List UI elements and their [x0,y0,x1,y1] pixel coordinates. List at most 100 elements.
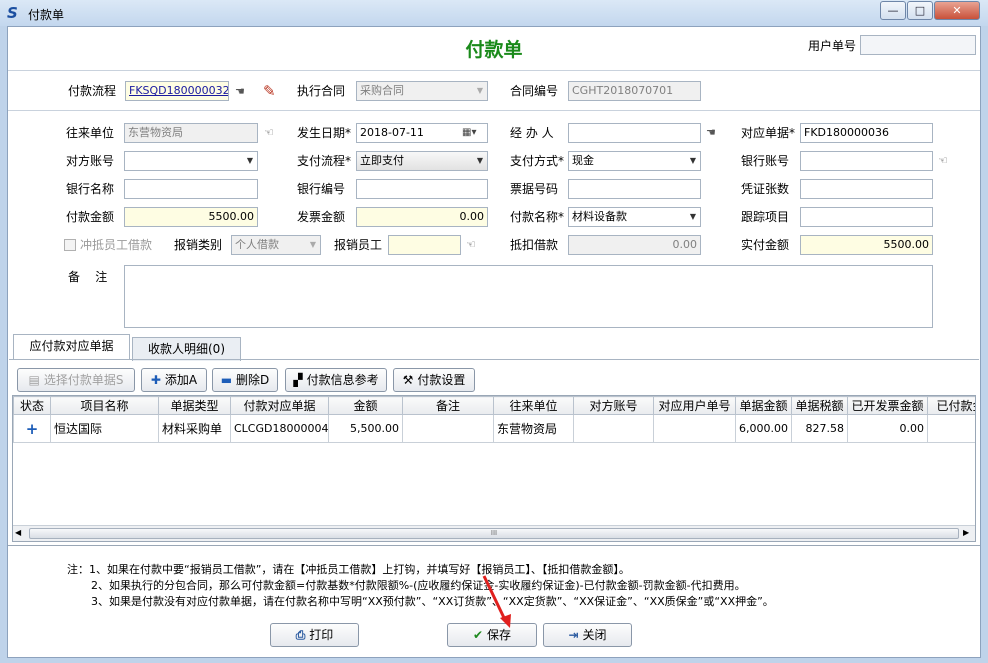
deduct-loan-label: 抵扣借款 [510,238,559,252]
detail-grid: 状态 项目名称 单据类型 付款对应单据 金额 备注 往来单位 对方账号 对应用户… [12,395,976,542]
voucher-count-input[interactable] [800,179,933,199]
pay-info-ref-button[interactable]: ▞ 付款信息参考 [285,368,387,392]
user-doc-no-input[interactable] [860,35,976,55]
edit-pen-icon[interactable]: ✎ [263,82,276,100]
select-doc-button[interactable]: ▤ 选择付款单据S [17,368,135,392]
reimb-staff-input[interactable] [388,235,461,255]
cell-doc-tax[interactable]: 827.58 [791,414,848,443]
maximize-button[interactable]: □ [907,1,933,20]
scroll-thumb[interactable]: III [29,528,959,539]
remark-textarea[interactable] [124,265,933,328]
ticket-no-input[interactable] [568,179,701,199]
column-header[interactable]: 单据类型 [158,396,231,415]
exit-door-icon: ⇥ [568,628,579,642]
cell-partner[interactable]: 东营物资局 [493,414,574,443]
cell-invoiced[interactable]: 0.00 [847,414,928,443]
scroll-left-arrow-icon[interactable]: ◀ [15,528,21,537]
close-window-button[interactable]: ✕ [934,1,980,20]
lookup-hand-icon[interactable]: ☜ [264,127,281,139]
contract-type-label: 执行合同 [297,84,346,98]
user-doc-no-label: 用户单号 [808,39,857,53]
handler-label: 经 办 人 [510,126,554,140]
partner-label: 往来单位 [66,126,115,140]
note-line-1: 注：1、如果在付款中要“报销员工借款”，请在【冲抵员工借款】上打钩，并填写好【报… [67,563,630,576]
column-header[interactable]: 单据金额 [735,396,792,415]
cell-doc-amount[interactable]: 6,000.00 [735,414,792,443]
pay-flow-select[interactable]: 立即支付 [356,151,488,171]
bank-name-input[interactable] [124,179,258,199]
reimb-type-select[interactable]: 个人借款 [231,235,321,255]
column-header[interactable]: 金额 [328,396,403,415]
table-row[interactable]: + 恒达国际 材料采购单 CLCGD180000044 5,500.00 东营物… [13,414,975,443]
tab-border [9,359,979,360]
column-header[interactable]: 往来单位 [493,396,574,415]
remark-label: 备 注 [68,270,108,284]
column-header[interactable]: 单据税额 [791,396,848,415]
column-header[interactable]: 状态 [13,396,51,415]
tab-payee-detail[interactable]: 收款人明细(0) [132,337,241,361]
calendar-icon[interactable]: ▦▾ [462,127,476,138]
invoice-amount-input[interactable]: 0.00 [356,207,488,227]
scroll-right-arrow-icon[interactable]: ▶ [963,528,969,537]
column-header[interactable]: 已开发票金额 [847,396,928,415]
horizontal-scrollbar[interactable]: ◀ III ▶ [13,525,975,541]
bank-account-input[interactable] [800,151,933,171]
actual-pay-input[interactable]: 5500.00 [800,235,933,255]
print-button[interactable]: ⎙ 打印 [270,623,359,647]
form-client-area: 付款单 用户单号 付款流程 FKSQD180000032 ☚ ✎ 执行合同 采购… [7,26,981,658]
bank-code-label: 银行编号 [297,182,346,196]
cell-paid[interactable]: 0 [927,414,975,443]
column-header[interactable]: 备注 [402,396,494,415]
deduct-loan-input[interactable]: 0.00 [568,235,701,255]
contract-no-label: 合同编号 [510,84,559,98]
pay-name-select[interactable]: 材料设备款 [568,207,701,227]
pay-flow-doc-label: 付款流程 [68,84,117,98]
lookup-hand-icon[interactable]: ☜ [466,239,483,251]
delete-button[interactable]: ▬ 删除D [212,368,278,392]
handler-input[interactable] [568,123,701,143]
ref-doc-label: 对应单据* [741,126,796,140]
tab-payable-docs[interactable]: 应付款对应单据 [13,334,130,360]
cell-doc-type[interactable]: 材料采购单 [158,414,231,443]
lookup-hand-icon[interactable]: ☚ [706,127,723,139]
contract-no-input[interactable]: CGHT2018070701 [568,81,701,101]
column-header[interactable]: 对应用户单号 [653,396,736,415]
column-header[interactable]: 对方账号 [573,396,654,415]
pay-method-label: 支付方式* [510,154,565,168]
bank-code-input[interactable] [356,179,488,199]
settings-icon: ⚒ [402,373,414,387]
cell-account[interactable] [573,414,654,443]
minimize-button[interactable]: — [880,1,906,20]
ticket-no-label: 票据号码 [510,182,559,196]
column-header[interactable]: 付款对应单据 [230,396,329,415]
cell-doc-no[interactable]: CLCGD180000044 [230,414,329,443]
other-account-select[interactable] [124,151,258,171]
pay-flow-doc-link[interactable]: FKSQD180000032 [125,81,229,101]
pay-amount-label: 付款金额 [66,210,115,224]
plus-icon: ✚ [150,373,161,387]
pay-settings-button[interactable]: ⚒ 付款设置 [393,368,475,392]
lookup-hand-icon[interactable]: ☚ [235,86,252,98]
cell-amount[interactable]: 5,500.00 [328,414,403,443]
track-item-input[interactable] [800,207,933,227]
close-button[interactable]: ⇥ 关闭 [543,623,632,647]
date-label: 发生日期* [297,126,352,140]
status-plus-icon[interactable]: + [13,414,51,443]
table-header-row: 状态 项目名称 单据类型 付款对应单据 金额 备注 往来单位 对方账号 对应用户… [13,396,975,415]
pay-amount-input[interactable]: 5500.00 [124,207,258,227]
other-account-label: 对方账号 [66,154,115,168]
column-header[interactable]: 项目名称 [50,396,159,415]
partner-input[interactable]: 东营物资局 [124,123,258,143]
lookup-hand-icon[interactable]: ☜ [938,155,955,167]
offset-loan-label: 冲抵员工借款 [80,238,153,252]
column-header[interactable]: 已付款金 [927,396,975,415]
track-item-label: 跟踪项目 [741,210,790,224]
contract-type-select[interactable]: 采购合同 [356,81,488,101]
cell-user-no[interactable] [653,414,736,443]
ref-doc-input[interactable]: FKD180000036 [800,123,933,143]
cell-project[interactable]: 恒达国际 [50,414,159,443]
pay-method-select[interactable]: 现金 [568,151,701,171]
cell-remark[interactable] [402,414,494,443]
add-button[interactable]: ✚ 添加A [141,368,207,392]
offset-loan-checkbox[interactable] [64,239,76,251]
